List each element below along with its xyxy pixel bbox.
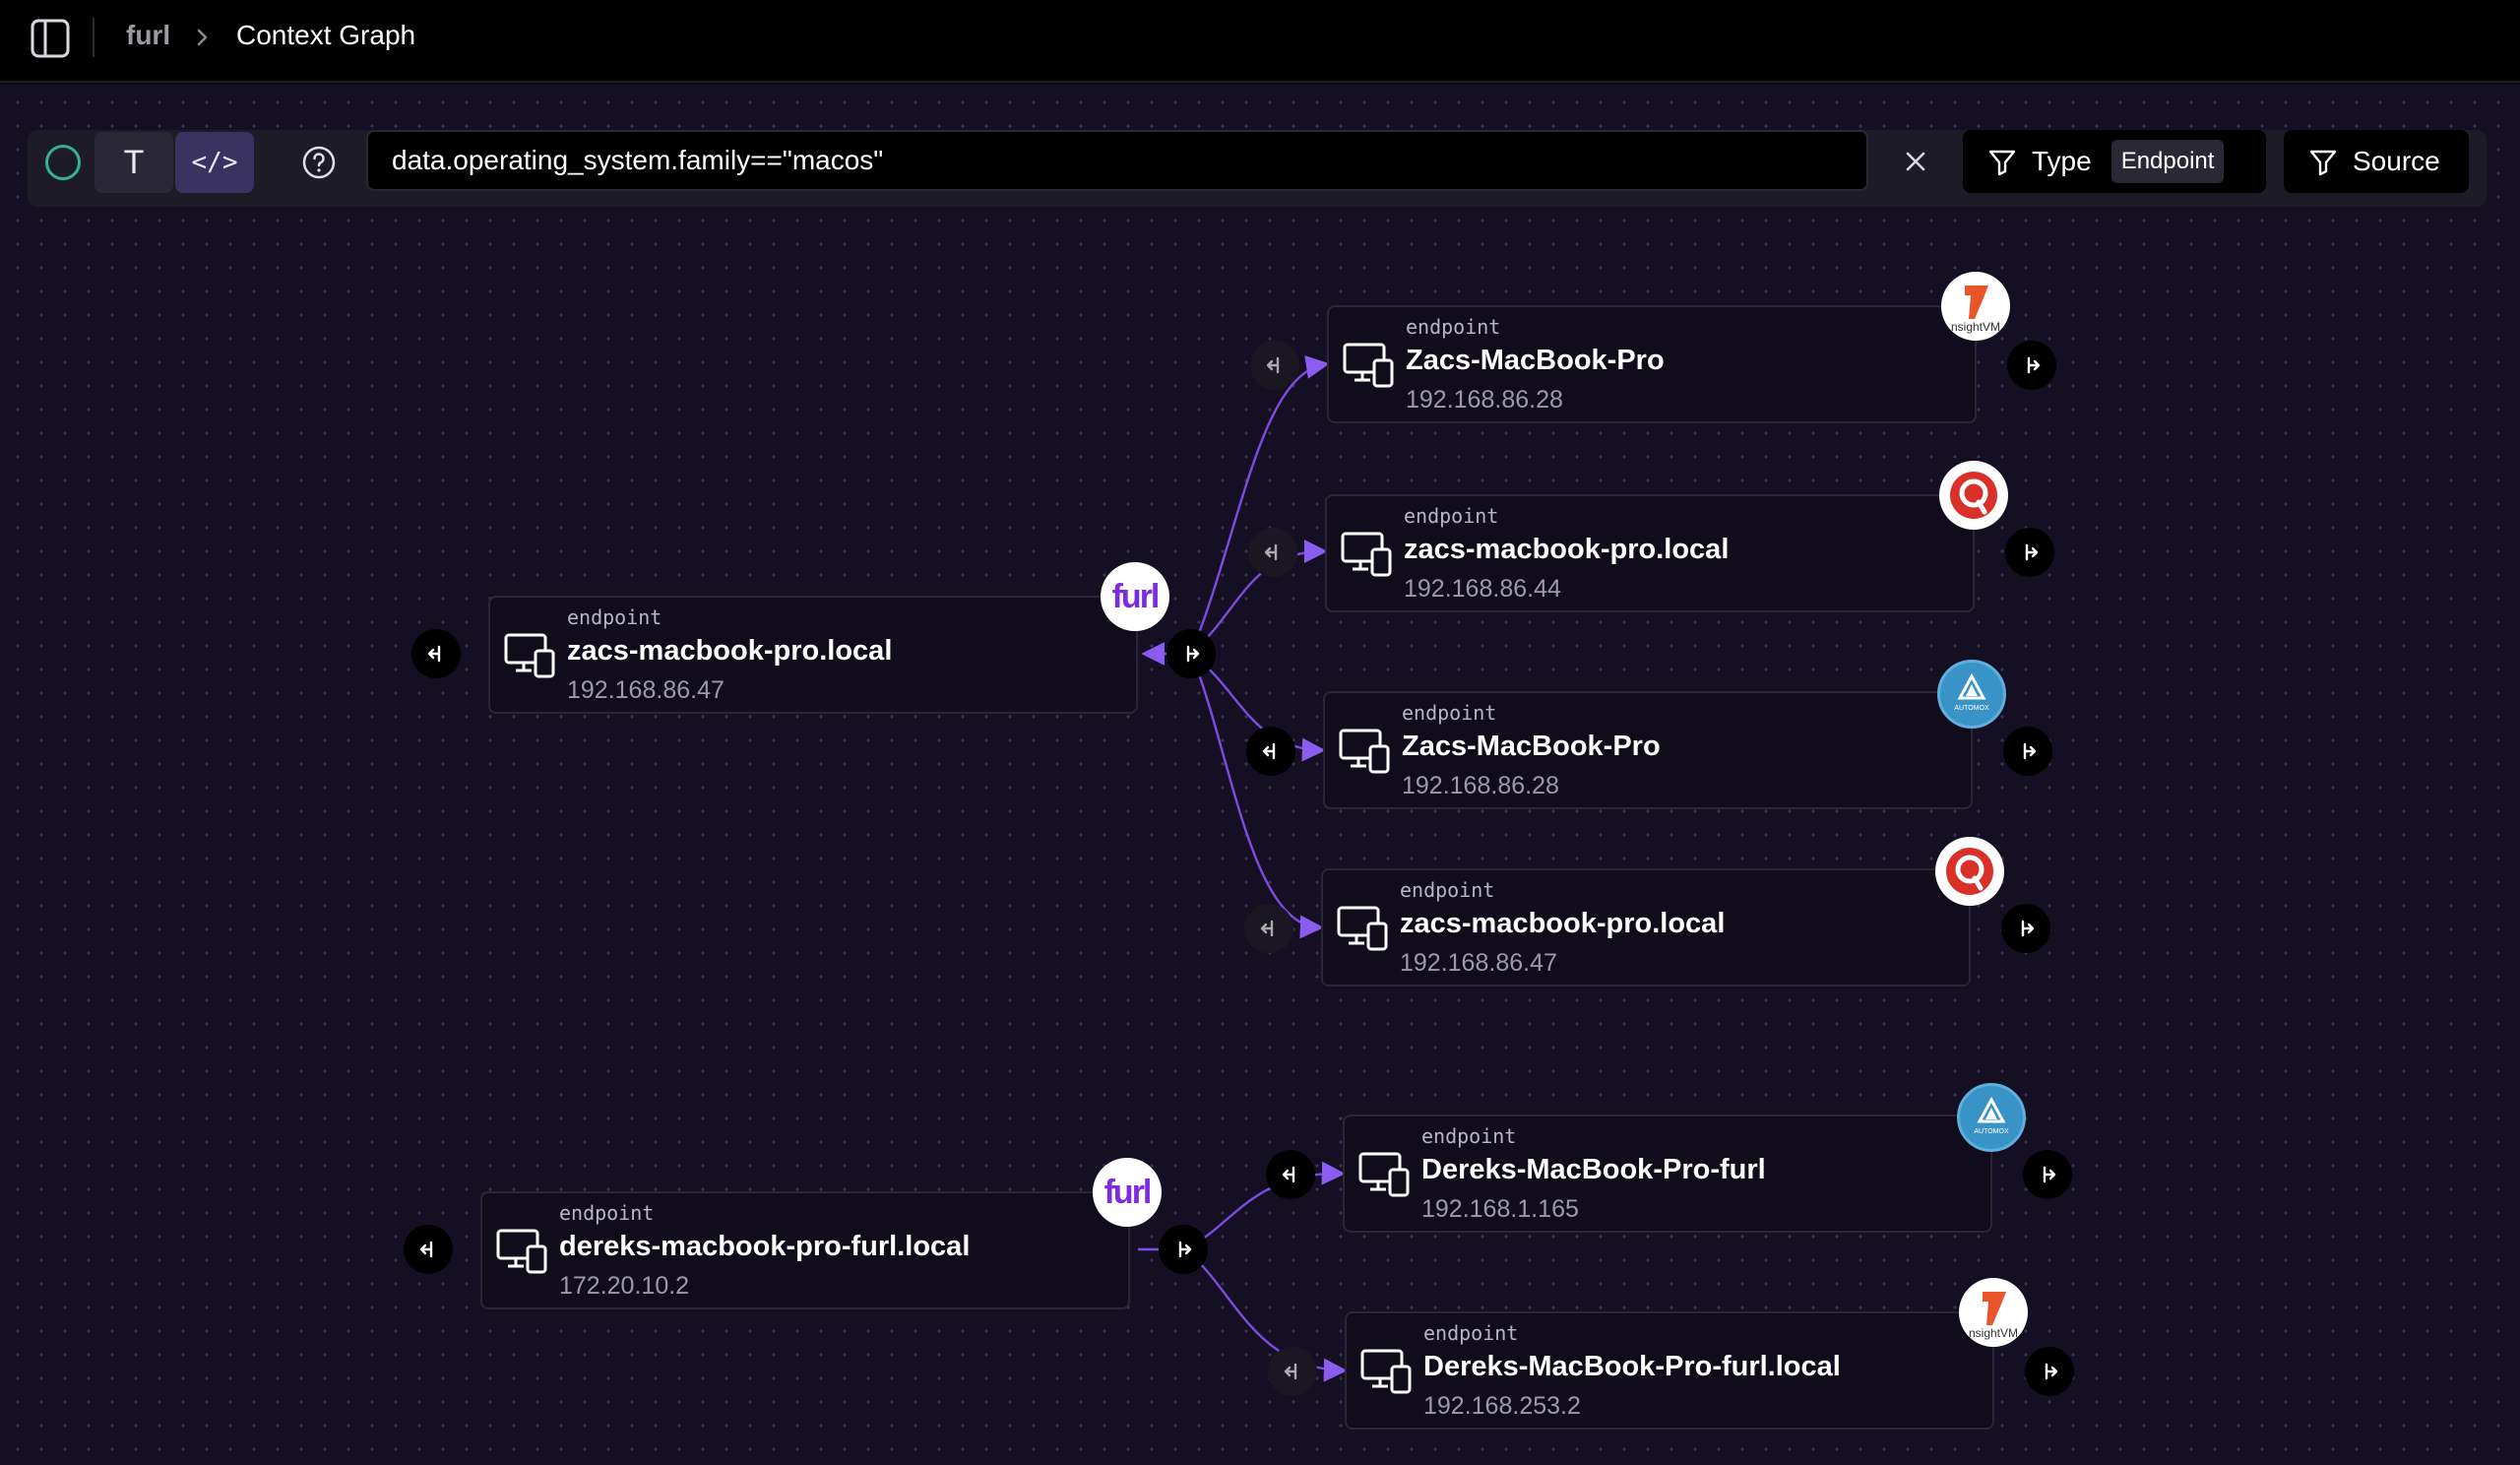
incoming-port-icon[interactable] [404, 1225, 453, 1274]
insightvm-logo-icon: nsightVM [1941, 272, 2010, 341]
incoming-port-icon[interactable] [1266, 1150, 1315, 1199]
node-name: Zacs-MacBook-Pro [1402, 731, 1661, 762]
incoming-port-icon[interactable] [1268, 1347, 1317, 1396]
devices-icon [1339, 729, 1390, 774]
node-name: Zacs-MacBook-Pro [1406, 345, 1665, 376]
node-type-label: endpoint [567, 605, 662, 629]
graph-node[interactable]: endpoint dereks-macbook-pro-furl.local 1… [480, 1191, 1130, 1309]
node-ip: 192.168.86.47 [567, 676, 724, 704]
svg-text:nsightVM: nsightVM [1951, 320, 2000, 334]
outgoing-port-icon[interactable] [2001, 904, 2050, 953]
node-name: zacs-macbook-pro.local [1400, 908, 1726, 939]
devices-icon [1341, 532, 1392, 577]
node-type-label: endpoint [1402, 701, 1497, 725]
node-ip: 192.168.86.44 [1404, 575, 1561, 603]
automox-logo-icon: AUTOMOX [1937, 660, 2006, 729]
source-filter-button[interactable]: Source [2284, 130, 2469, 193]
insightvm-logo-graphic: nsightVM [1969, 1292, 2018, 1340]
devices-icon [1343, 343, 1394, 388]
code-mode-button[interactable]: </> [175, 132, 254, 193]
incoming-port-icon[interactable] [411, 629, 461, 678]
node-ip: 192.168.86.47 [1400, 949, 1557, 977]
devices-icon [504, 633, 555, 678]
node-type-label: endpoint [1406, 315, 1501, 339]
insightvm-logo-icon: nsightVM [1959, 1278, 2028, 1347]
breadcrumb-current: Context Graph [236, 20, 416, 50]
node-name: Dereks-MacBook-Pro-furl.local [1423, 1351, 1841, 1382]
help-icon[interactable] [301, 145, 337, 180]
graph-node[interactable]: endpoint zacs-macbook-pro.local 192.168.… [1325, 494, 1975, 612]
node-ip: 192.168.86.28 [1406, 386, 1563, 414]
incoming-port-icon[interactable] [1244, 904, 1293, 953]
incoming-port-icon[interactable] [1246, 727, 1295, 776]
text-mode-button[interactable]: T [94, 132, 173, 193]
node-name: zacs-macbook-pro.local [567, 635, 893, 667]
filter-icon [1988, 150, 2016, 176]
graph-node[interactable]: endpoint Dereks-MacBook-Pro-furl 192.168… [1343, 1115, 1992, 1233]
node-type-label: endpoint [1423, 1321, 1519, 1345]
header-divider [93, 18, 94, 57]
outgoing-port-icon[interactable] [1159, 1225, 1208, 1274]
devices-icon [496, 1229, 547, 1274]
node-type-label: endpoint [559, 1201, 655, 1225]
outgoing-port-icon[interactable] [1166, 629, 1216, 678]
outgoing-port-icon[interactable] [2007, 341, 2056, 390]
type-filter-button[interactable]: Type Endpoint [1963, 130, 2266, 193]
graph-node[interactable]: endpoint zacs-macbook-pro.local 192.168.… [1321, 868, 1971, 987]
node-ip: 172.20.10.2 [559, 1272, 690, 1300]
top-bar: furl Context Graph [0, 0, 2520, 83]
node-type-label: endpoint [1421, 1124, 1517, 1148]
outgoing-port-icon[interactable] [2025, 1347, 2074, 1396]
qualys-logo-icon [1935, 837, 2004, 906]
type-filter-label: Type [2032, 146, 2092, 176]
outgoing-port-icon[interactable] [2005, 528, 2054, 577]
close-icon[interactable] [1900, 146, 1931, 177]
svg-text:AUTOMOX: AUTOMOX [1974, 1128, 2009, 1135]
graph-node[interactable]: endpoint zacs-macbook-pro.local 192.168.… [488, 596, 1138, 714]
insightvm-logo-graphic: nsightVM [1951, 286, 2000, 334]
incoming-port-icon[interactable] [1250, 341, 1299, 390]
node-ip: 192.168.86.28 [1402, 772, 1559, 799]
incoming-port-icon[interactable] [1248, 528, 1297, 577]
type-filter-chip[interactable]: Endpoint [2110, 140, 2225, 183]
outgoing-port-icon[interactable] [2003, 727, 2052, 776]
node-name: dereks-macbook-pro-furl.local [559, 1231, 971, 1262]
node-name: Dereks-MacBook-Pro-furl [1421, 1154, 1766, 1185]
devices-icon [1337, 906, 1388, 951]
furl-logo-icon: furl [1093, 1158, 1162, 1227]
node-ip: 192.168.1.165 [1421, 1195, 1579, 1223]
node-type-label: endpoint [1400, 878, 1495, 902]
node-type-label: endpoint [1404, 504, 1499, 528]
graph-canvas[interactable] [0, 85, 2520, 1465]
svg-text:AUTOMOX: AUTOMOX [1954, 705, 1989, 712]
sidebar-toggle-icon[interactable] [30, 18, 71, 59]
devices-icon [1358, 1152, 1410, 1197]
filter-icon [2309, 150, 2337, 176]
chevron-right-icon [197, 29, 208, 46]
breadcrumb-root[interactable]: furl [126, 20, 170, 51]
node-ip: 192.168.253.2 [1423, 1392, 1581, 1420]
status-indicator-icon [45, 145, 81, 180]
automox-logo-icon: AUTOMOX [1957, 1083, 2026, 1152]
graph-node[interactable]: endpoint Zacs-MacBook-Pro 192.168.86.28 [1323, 691, 1973, 809]
furl-logo-icon: furl [1101, 562, 1169, 631]
query-input[interactable] [366, 130, 1868, 191]
svg-text:nsightVM: nsightVM [1969, 1326, 2018, 1340]
source-filter-label: Source [2353, 146, 2440, 176]
devices-icon [1360, 1349, 1412, 1394]
qualys-logo-icon [1939, 461, 2008, 530]
outgoing-port-icon[interactable] [2023, 1150, 2072, 1199]
graph-node[interactable]: endpoint Dereks-MacBook-Pro-furl.local 1… [1345, 1311, 1994, 1430]
graph-node[interactable]: endpoint Zacs-MacBook-Pro 192.168.86.28 [1327, 305, 1977, 423]
node-name: zacs-macbook-pro.local [1404, 534, 1730, 565]
